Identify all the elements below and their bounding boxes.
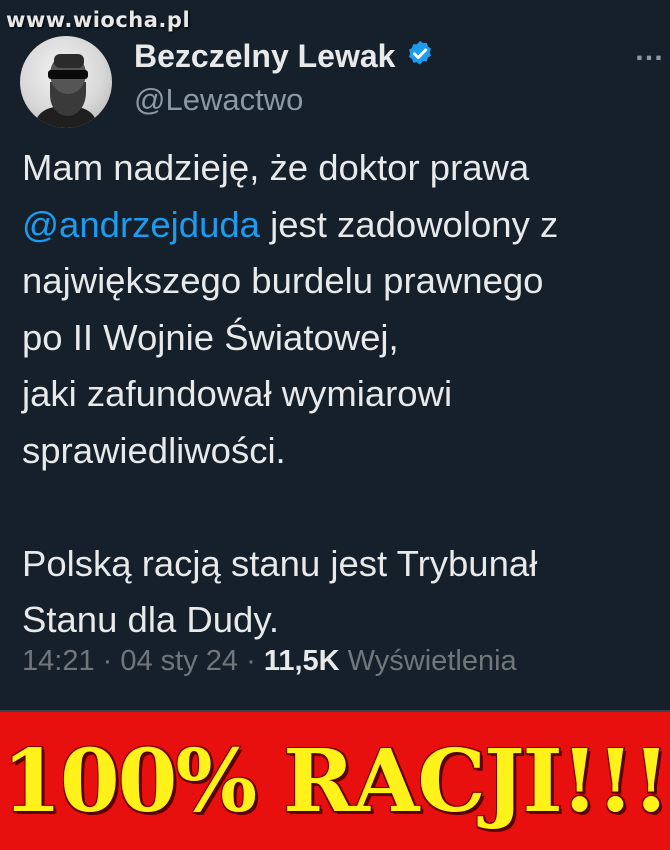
caption-banner: 100% RACJI!!!: [0, 712, 670, 850]
meta-separator: ·: [94, 645, 121, 677]
tweet-line: Mam nadzieję, że doktor prawa: [22, 147, 530, 188]
tweet-line: Polską racją stanu jest Trybunał: [22, 542, 538, 584]
more-options-icon[interactable]: …: [634, 36, 666, 66]
tweet-line: największego burdelu prawnego: [22, 260, 544, 301]
views-label: Wyświetlenia: [339, 645, 517, 677]
avatar-portrait-icon: [34, 54, 98, 128]
views-count: 11,5K: [263, 645, 340, 677]
verified-badge-icon: [405, 39, 435, 74]
tweet-line: @andrzejduda jest zadowolony z: [22, 197, 662, 254]
tweet-time[interactable]: 14:21: [22, 645, 95, 677]
tweet-line: po II Wojnie Światowej,: [22, 316, 399, 358]
tweet-line: Stanu dla Dudy.: [22, 599, 280, 640]
meta-separator: ·: [238, 645, 264, 677]
banner-text: 100% RACJI!!!: [2, 730, 670, 832]
site-watermark: www.wiocha.pl: [6, 8, 191, 32]
tweet-line: jaki zafundował wymiarowi: [22, 373, 453, 414]
author-name[interactable]: Bezczelny Lewak: [134, 38, 395, 75]
tweet-line-text: jest zadowolony z: [259, 203, 559, 245]
mention-link[interactable]: @andrzejduda: [22, 204, 260, 245]
tweet-text: Mam nadzieję, że doktor prawa @andrzejdu…: [22, 140, 662, 649]
avatar[interactable]: [20, 36, 112, 128]
author-handle[interactable]: @Lewactwo: [134, 82, 303, 118]
tweet-date[interactable]: 04 sty 24: [120, 645, 238, 677]
tweet-metadata: 14:21 · 04 sty 24 · 11,5K Wyświetlenia: [22, 645, 517, 678]
tweet-line: sprawiedliwości.: [22, 429, 286, 471]
author-name-row[interactable]: Bezczelny Lewak: [134, 38, 435, 75]
